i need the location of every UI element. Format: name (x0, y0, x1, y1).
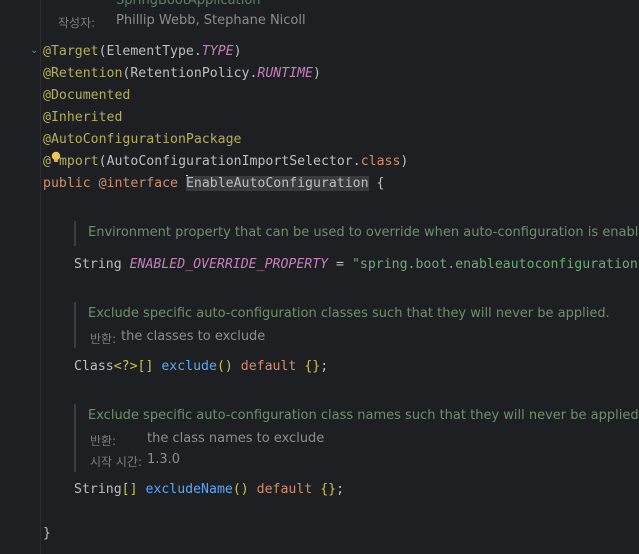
method1-returns-value: the classes to exclude (121, 329, 266, 344)
gutter-divider (40, 0, 41, 554)
lightbulb-icon[interactable] (50, 151, 62, 163)
line-field1[interactable]: String ENABLED_OVERRIDE_PROPERTY = "spri… (74, 254, 639, 276)
doc-block-method1 (74, 302, 76, 348)
chevron-down-icon[interactable]: ⌄ (30, 45, 38, 56)
doc-block-method2 (74, 404, 76, 472)
method2-returns-label: 반환: (90, 434, 117, 448)
line-autoconfig-package[interactable]: @AutoConfigurationPackage (43, 129, 242, 151)
line-method1[interactable]: Class<?>[] exclude() default {}; (74, 356, 328, 378)
line-declaration[interactable]: public @interface EnableAutoConfiguratio… (43, 173, 384, 195)
method1-returns-label: 반환: (90, 332, 117, 346)
line-import[interactable]: @ mport(AutoConfigurationImportSelector.c… (43, 151, 408, 173)
line-inherited[interactable]: @Inherited (43, 107, 122, 129)
line-target[interactable]: @Target(ElementType.TYPE) (43, 41, 242, 63)
author-label: 작성자: (58, 16, 96, 30)
authors: Phillip Webb, Stephane Nicoll (116, 13, 306, 28)
field1-doc: Environment property that can be used to… (88, 225, 639, 240)
line-close-brace[interactable]: } (43, 523, 51, 545)
method2-since-value: 1.3.0 (147, 452, 181, 467)
method2-doc: Exclude specific auto-configuration clas… (88, 408, 639, 423)
method2-returns-value: the class names to exclude (147, 431, 325, 446)
doc-block-field1 (74, 221, 76, 246)
line-method2[interactable]: String[] excludeName() default {}; (74, 479, 344, 501)
doc-cut-line: SpringBootApplication (116, 0, 261, 8)
method1-doc: Exclude specific auto-configuration clas… (88, 306, 610, 321)
line-retention[interactable]: @Retention(RetentionPolicy.RUNTIME) (43, 63, 321, 85)
method2-since-label: 시작 시간: (90, 455, 143, 469)
line-documented[interactable]: @Documented (43, 85, 130, 107)
